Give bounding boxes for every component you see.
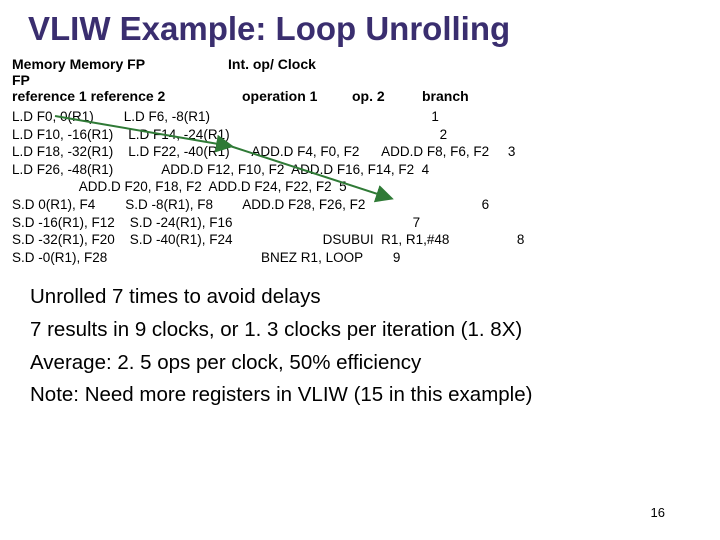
slide-title: VLIW Example: Loop Unrolling bbox=[0, 0, 720, 56]
header-op2: op. 2 bbox=[352, 88, 422, 104]
table-row: L.D F26, -48(R1) ADD.D F12, F10, F2 ADD.… bbox=[12, 161, 720, 179]
page-number: 16 bbox=[651, 505, 665, 520]
table-header-line-2: reference 1 reference 2 operation 1 op. … bbox=[0, 88, 720, 104]
note-item: Average: 2. 5 ops per clock, 50% efficie… bbox=[30, 348, 720, 379]
header-branch: branch bbox=[422, 88, 502, 104]
table-row: ADD.D F20, F18, F2 ADD.D F24, F22, F2 5 bbox=[12, 178, 720, 196]
note-item: Note: Need more registers in VLIW (15 in… bbox=[30, 380, 720, 411]
instruction-table: L.D F0, 0(R1) L.D F6, -8(R1) 1 L.D F10, … bbox=[0, 104, 720, 266]
table-header-line-1: Memory Memory FP FP Int. op/ Clock bbox=[0, 56, 720, 88]
table-row: L.D F0, 0(R1) L.D F6, -8(R1) 1 bbox=[12, 108, 720, 126]
header-operation1: operation 1 bbox=[242, 88, 352, 104]
table-row: S.D -16(R1), F12 S.D -24(R1), F16 7 bbox=[12, 214, 720, 232]
notes-list: Unrolled 7 times to avoid delays 7 resul… bbox=[0, 266, 720, 411]
table-row: L.D F18, -32(R1) L.D F22, -40(R1) ADD.D … bbox=[12, 143, 720, 161]
note-item: 7 results in 9 clocks, or 1. 3 clocks pe… bbox=[30, 315, 720, 346]
header-intop-clock: Int. op/ Clock bbox=[228, 56, 368, 88]
header-mem-fp-1: Memory Memory FP FP bbox=[12, 56, 152, 88]
table-row: L.D F10, -16(R1) L.D F14, -24(R1) 2 bbox=[12, 126, 720, 144]
table-row: S.D 0(R1), F4 S.D -8(R1), F8 ADD.D F28, … bbox=[12, 196, 720, 214]
table-row: S.D -32(R1), F20 S.D -40(R1), F24 DSUBUI… bbox=[12, 231, 720, 249]
table-row: S.D -0(R1), F28 BNEZ R1, LOOP 9 bbox=[12, 249, 720, 267]
note-item: Unrolled 7 times to avoid delays bbox=[30, 282, 720, 313]
header-ref1-ref2: reference 1 reference 2 bbox=[12, 88, 242, 104]
